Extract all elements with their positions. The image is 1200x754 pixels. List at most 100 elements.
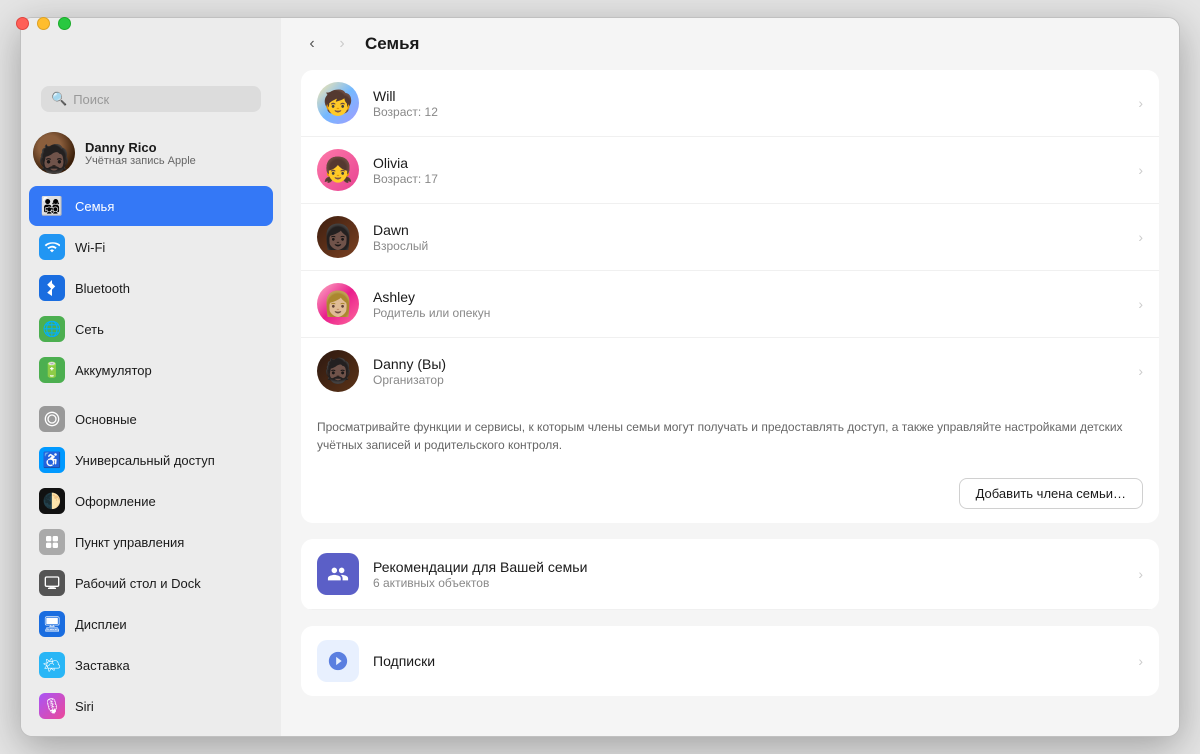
chevron-right-icon: ›: [1138, 229, 1143, 245]
sidebar-item-label: Wi-Fi: [75, 240, 105, 255]
member-name: Will: [373, 88, 1138, 104]
chevron-right-icon: ›: [1138, 566, 1143, 582]
main-body: 🧒 Will Возраст: 12 › 👧 Olivia Возр: [281, 70, 1179, 736]
member-name: Dawn: [373, 222, 1138, 238]
user-name: Danny Rico: [85, 140, 196, 155]
screensaver-icon: 🌤: [39, 652, 65, 678]
control-icon: [39, 529, 65, 555]
member-name: Danny (Вы): [373, 356, 1138, 372]
sub-title: Подписки: [373, 653, 1138, 669]
member-role: Возраст: 17: [373, 172, 1138, 186]
member-role: Возраст: 12: [373, 105, 1138, 119]
avatar: 🧔🏿: [317, 350, 359, 392]
sidebar-item-control[interactable]: Пункт управления: [29, 522, 273, 562]
traffic-lights: [21, 18, 71, 30]
minimize-button[interactable]: [37, 18, 50, 30]
sidebar-nav: 👨‍👩‍👧‍👦 Семья Wi-Fi: [21, 186, 281, 736]
member-info: Danny (Вы) Организатор: [373, 356, 1138, 387]
list-item[interactable]: Рекомендации для Вашей семьи 6 активных …: [301, 539, 1159, 610]
member-role: Взрослый: [373, 239, 1138, 253]
user-subtitle: Учётная запись Apple: [85, 155, 196, 167]
sidebar-item-label: Рабочий стол и Dock: [75, 576, 201, 591]
member-info: Ashley Родитель или опекун: [373, 289, 1138, 320]
search-input[interactable]: Поиск: [73, 92, 109, 107]
sidebar-item-accessibility[interactable]: ♿ Универсальный доступ: [29, 440, 273, 480]
maximize-button[interactable]: [58, 18, 71, 30]
recommendations-icon: [317, 553, 359, 595]
chevron-right-icon: ›: [1138, 95, 1143, 111]
avatar: 👩🏿: [317, 216, 359, 258]
sidebar-item-label: Аккумулятор: [75, 363, 152, 378]
sidebar-item-network[interactable]: 🌐 Сеть: [29, 309, 273, 349]
list-item[interactable]: Подписки ›: [301, 626, 1159, 696]
table-row[interactable]: 🧔🏿 Danny (Вы) Организатор ›: [301, 338, 1159, 404]
siri-icon: 🎙: [39, 693, 65, 719]
sidebar-item-label: Семья: [75, 199, 114, 214]
family-icon: 👨‍👩‍👧‍👦: [39, 193, 65, 219]
rec-title: Рекомендации для Вашей семьи: [373, 559, 1138, 575]
table-row[interactable]: 👧 Olivia Возраст: 17 ›: [301, 137, 1159, 204]
sidebar-item-bluetooth[interactable]: Bluetooth: [29, 268, 273, 308]
sidebar-item-label: Сеть: [75, 322, 104, 337]
main-header: ‹ › Семья: [281, 18, 1179, 70]
sidebar-item-desktop[interactable]: Рабочий стол и Dock: [29, 563, 273, 603]
sidebar-item-label: Пункт управления: [75, 535, 184, 550]
member-info: Will Возраст: 12: [373, 88, 1138, 119]
displays-icon: 🖥: [39, 611, 65, 637]
member-name: Olivia: [373, 155, 1138, 171]
avatar: 🧔🏿: [33, 132, 75, 174]
chevron-right-icon: ›: [1138, 162, 1143, 178]
close-button[interactable]: [21, 18, 29, 30]
network-icon: 🌐: [39, 316, 65, 342]
description: Просматривайте функции и сервисы, к кото…: [301, 404, 1159, 468]
sidebar-item-displays[interactable]: 🖥 Дисплеи: [29, 604, 273, 644]
add-button-row: Добавить члена семьи…: [301, 468, 1159, 523]
table-row[interactable]: 👩🏼 Ashley Родитель или опекун ›: [301, 271, 1159, 338]
avatar: 🧒: [317, 82, 359, 124]
accessibility-icon: ♿: [39, 447, 65, 473]
member-role: Родитель или опекун: [373, 306, 1138, 320]
family-members-card: 🧒 Will Возраст: 12 › 👧 Olivia Возр: [301, 70, 1159, 523]
rec-subtitle: 6 активных объектов: [373, 576, 1138, 590]
recommendations-card: Рекомендации для Вашей семьи 6 активных …: [301, 539, 1159, 610]
sub-info: Подписки: [373, 653, 1138, 669]
table-row[interactable]: 🧒 Will Возраст: 12 ›: [301, 70, 1159, 137]
table-row[interactable]: 👩🏿 Dawn Взрослый ›: [301, 204, 1159, 271]
sidebar-item-general[interactable]: Основные: [29, 399, 273, 439]
bluetooth-icon: [39, 275, 65, 301]
user-info: Danny Rico Учётная запись Apple: [85, 140, 196, 167]
wifi-icon: [39, 234, 65, 260]
sidebar-item-label: Bluetooth: [75, 281, 130, 296]
subscriptions-icon: [317, 640, 359, 682]
member-name: Ashley: [373, 289, 1138, 305]
sidebar-item-battery[interactable]: 🔋 Аккумулятор: [29, 350, 273, 390]
sidebar-item-wifi[interactable]: Wi-Fi: [29, 227, 273, 267]
battery-icon: 🔋: [39, 357, 65, 383]
avatar: 👩🏼: [317, 283, 359, 325]
member-info: Dawn Взрослый: [373, 222, 1138, 253]
general-icon: [39, 406, 65, 432]
forward-button[interactable]: ›: [331, 33, 353, 55]
desktop-icon: [39, 570, 65, 596]
appearance-icon: 🌓: [39, 488, 65, 514]
sidebar-item-label: Siri: [75, 699, 94, 714]
back-button[interactable]: ‹: [301, 33, 323, 55]
page-title: Семья: [365, 34, 419, 54]
chevron-right-icon: ›: [1138, 653, 1143, 669]
sidebar-item-label: Универсальный доступ: [75, 453, 215, 468]
rec-info: Рекомендации для Вашей семьи 6 активных …: [373, 559, 1138, 590]
sidebar-item-label: Оформление: [75, 494, 156, 509]
search-icon: 🔍: [51, 91, 67, 107]
sidebar-item-screensaver[interactable]: 🌤 Заставка: [29, 645, 273, 685]
user-profile[interactable]: 🧔🏿 Danny Rico Учётная запись Apple: [21, 124, 281, 186]
sidebar-item-family[interactable]: 👨‍👩‍👧‍👦 Семья: [29, 186, 273, 226]
sidebar-item-siri[interactable]: 🎙 Siri: [29, 686, 273, 726]
search-box[interactable]: 🔍 Поиск: [41, 86, 261, 112]
sidebar-item-label: Дисплеи: [75, 617, 127, 632]
sidebar-item-appearance[interactable]: 🌓 Оформление: [29, 481, 273, 521]
avatar: 👧: [317, 149, 359, 191]
add-family-member-button[interactable]: Добавить члена семьи…: [959, 478, 1143, 509]
subscriptions-card: Подписки ›: [301, 626, 1159, 696]
main-content: ‹ › Семья 🧒 Will Возраст: 12 ›: [281, 18, 1179, 736]
sidebar-item-label: Заставка: [75, 658, 130, 673]
